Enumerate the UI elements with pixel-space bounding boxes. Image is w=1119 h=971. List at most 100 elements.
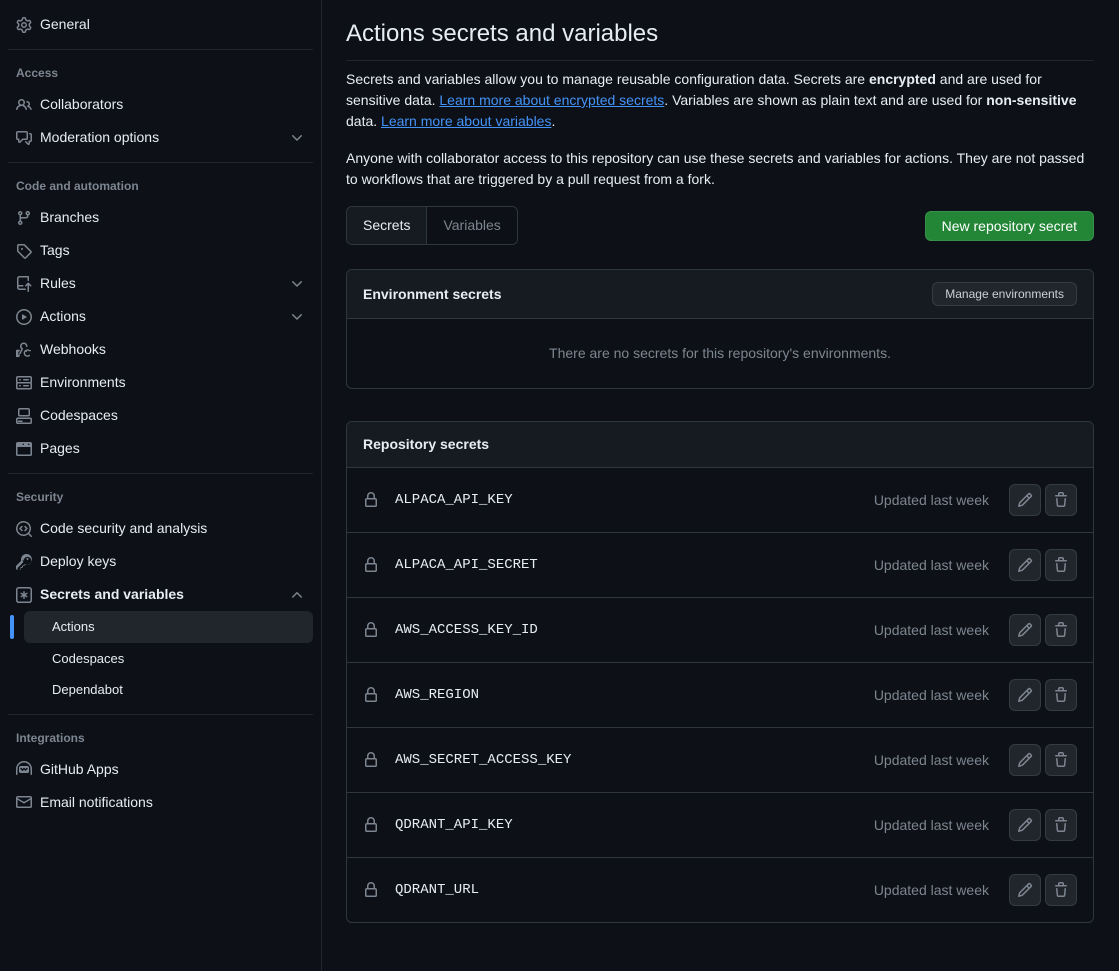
section-header-integrations: Integrations xyxy=(8,723,313,753)
secret-name: ALPACA_API_SECRET xyxy=(395,555,874,576)
learn-more-secrets-link[interactable]: Learn more about encrypted secrets xyxy=(439,92,664,108)
pencil-icon xyxy=(1017,817,1033,833)
tab-variables[interactable]: Variables xyxy=(427,207,516,244)
learn-more-variables-link[interactable]: Learn more about variables xyxy=(381,113,551,129)
delete-secret-button[interactable] xyxy=(1045,679,1077,711)
sidebar-item-environments[interactable]: Environments xyxy=(8,366,313,399)
settings-sidebar: General Access Collaborators Moderation … xyxy=(0,0,322,971)
secrets-variables-tabs: Secrets Variables xyxy=(346,206,518,245)
gear-icon xyxy=(16,17,32,33)
nav-label: Moderation options xyxy=(40,127,289,148)
pencil-icon xyxy=(1017,557,1033,573)
trash-icon xyxy=(1053,752,1069,768)
people-icon xyxy=(16,97,32,113)
secret-name: AWS_SECRET_ACCESS_KEY xyxy=(395,750,874,771)
chevron-down-icon xyxy=(289,130,305,146)
secret-name: QDRANT_API_KEY xyxy=(395,815,874,836)
sidebar-item-email-notifications[interactable]: Email notifications xyxy=(8,786,313,819)
secret-name: ALPACA_API_KEY xyxy=(395,490,874,511)
codescan-icon xyxy=(16,521,32,537)
edit-secret-button[interactable] xyxy=(1009,484,1041,516)
secret-row: AWS_SECRET_ACCESS_KEYUpdated last week xyxy=(347,727,1093,792)
secret-row: QDRANT_API_KEYUpdated last week xyxy=(347,792,1093,857)
page-title: Actions secrets and variables xyxy=(346,16,1094,61)
sidebar-subitem-actions[interactable]: Actions xyxy=(24,611,313,643)
nav-label: Collaborators xyxy=(40,94,305,115)
secret-row: QDRANT_URLUpdated last week xyxy=(347,857,1093,922)
pencil-icon xyxy=(1017,687,1033,703)
sidebar-item-secrets-variables[interactable]: Secrets and variables xyxy=(8,578,313,611)
nav-label: Environments xyxy=(40,372,305,393)
secret-updated: Updated last week xyxy=(874,620,989,641)
edit-secret-button[interactable] xyxy=(1009,809,1041,841)
chevron-up-icon xyxy=(289,587,305,603)
lock-icon xyxy=(363,752,379,768)
sidebar-item-pages[interactable]: Pages xyxy=(8,432,313,465)
nav-label: Deploy keys xyxy=(40,551,305,572)
sidebar-item-tags[interactable]: Tags xyxy=(8,234,313,267)
sidebar-item-collaborators[interactable]: Collaborators xyxy=(8,88,313,121)
chevron-down-icon xyxy=(289,309,305,325)
sidebar-item-webhooks[interactable]: Webhooks xyxy=(8,333,313,366)
lock-icon xyxy=(363,687,379,703)
sidebar-subitem-codespaces[interactable]: Codespaces xyxy=(24,643,313,675)
delete-secret-button[interactable] xyxy=(1045,809,1077,841)
sidebar-item-codespaces[interactable]: Codespaces xyxy=(8,399,313,432)
nav-label: Webhooks xyxy=(40,339,305,360)
secret-updated: Updated last week xyxy=(874,815,989,836)
secret-row: ALPACA_API_KEYUpdated last week xyxy=(347,468,1093,532)
sidebar-subitem-dependabot[interactable]: Dependabot xyxy=(24,674,313,706)
edit-secret-button[interactable] xyxy=(1009,874,1041,906)
lock-icon xyxy=(363,882,379,898)
server-icon xyxy=(16,375,32,391)
tag-icon xyxy=(16,243,32,259)
browser-icon xyxy=(16,441,32,457)
secret-updated: Updated last week xyxy=(874,880,989,901)
sidebar-item-actions[interactable]: Actions xyxy=(8,300,313,333)
delete-secret-button[interactable] xyxy=(1045,744,1077,776)
sidebar-item-code-security[interactable]: Code security and analysis xyxy=(8,512,313,545)
pencil-icon xyxy=(1017,752,1033,768)
tab-secrets[interactable]: Secrets xyxy=(347,207,427,244)
sidebar-item-github-apps[interactable]: GitHub Apps xyxy=(8,753,313,786)
section-header-code: Code and automation xyxy=(8,171,313,201)
sidebar-item-deploy-keys[interactable]: Deploy keys xyxy=(8,545,313,578)
secrets-list: ALPACA_API_KEYUpdated last weekALPACA_AP… xyxy=(347,468,1093,922)
delete-secret-button[interactable] xyxy=(1045,614,1077,646)
pencil-icon xyxy=(1017,622,1033,638)
secret-row: AWS_ACCESS_KEY_IDUpdated last week xyxy=(347,597,1093,662)
hubot-icon xyxy=(16,761,32,777)
sidebar-item-branches[interactable]: Branches xyxy=(8,201,313,234)
lock-icon xyxy=(363,492,379,508)
manage-environments-button[interactable]: Manage environments xyxy=(932,282,1077,306)
chevron-down-icon xyxy=(289,276,305,292)
trash-icon xyxy=(1053,622,1069,638)
sidebar-item-moderation[interactable]: Moderation options xyxy=(8,121,313,154)
delete-secret-button[interactable] xyxy=(1045,484,1077,516)
secret-updated: Updated last week xyxy=(874,555,989,576)
delete-secret-button[interactable] xyxy=(1045,549,1077,581)
webhook-icon xyxy=(16,342,32,358)
repository-secrets-title: Repository secrets xyxy=(363,434,489,455)
edit-secret-button[interactable] xyxy=(1009,614,1041,646)
sidebar-item-rules[interactable]: Rules xyxy=(8,267,313,300)
pencil-icon xyxy=(1017,882,1033,898)
play-icon xyxy=(16,309,32,325)
nav-label: Rules xyxy=(40,273,289,294)
lock-icon xyxy=(363,557,379,573)
edit-secret-button[interactable] xyxy=(1009,744,1041,776)
mail-icon xyxy=(16,794,32,810)
nav-label: Email notifications xyxy=(40,792,305,813)
repo-push-icon xyxy=(16,276,32,292)
nav-label: Actions xyxy=(40,306,289,327)
main-content: Actions secrets and variables Secrets an… xyxy=(322,0,1118,971)
comment-discussion-icon xyxy=(16,130,32,146)
delete-secret-button[interactable] xyxy=(1045,874,1077,906)
edit-secret-button[interactable] xyxy=(1009,679,1041,711)
intro-text: Secrets and variables allow you to manag… xyxy=(346,69,1094,190)
trash-icon xyxy=(1053,817,1069,833)
repository-secrets-panel: Repository secrets ALPACA_API_KEYUpdated… xyxy=(346,421,1094,923)
new-repository-secret-button[interactable]: New repository secret xyxy=(925,211,1094,241)
sidebar-item-general[interactable]: General xyxy=(8,8,313,41)
edit-secret-button[interactable] xyxy=(1009,549,1041,581)
